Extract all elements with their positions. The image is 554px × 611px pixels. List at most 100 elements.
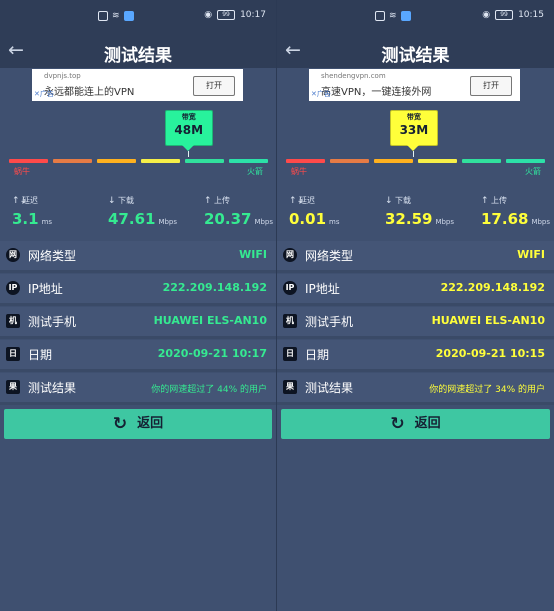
network-type-label: 网络类型 [28,249,77,263]
scale-segment [330,159,369,163]
bandwidth-label: 带宽 [406,113,421,121]
ad-tag: ✕广告 [34,89,54,99]
bandwidth-marker [412,151,414,157]
download-label: ↓ 下载 [108,196,134,206]
status-time: 10:17 [240,10,266,20]
status-bar: ≋ ◉ 99 10:17 [0,0,276,34]
title-bar: ← 测试结果 [0,34,276,68]
wifi-icon: ≋ [389,11,397,21]
latency-value: 0.01 ms [289,210,340,228]
upload-label: ↑ 上传 [481,196,507,206]
scale-segment [506,159,545,163]
date-row: 日 日期 2020-09-21 10:17 [0,340,276,372]
bandwidth-value: 48M [174,123,204,137]
return-button[interactable]: ↻ 返回 [281,409,550,439]
calendar-icon: 日 [6,347,20,361]
speed-scale [286,159,545,163]
return-button[interactable]: ↻ 返回 [4,409,272,439]
latency-unit: ms [41,218,53,226]
ip-address-label: IP地址 [28,282,63,296]
notification-icon [375,11,385,21]
ip-address-label: IP地址 [305,282,340,296]
network-type-row: 网 网络类型 WIFI [0,241,276,273]
speed-scale [9,159,268,163]
upload-icon: ↑ [204,196,212,206]
ad-tag: ✕广告 [311,89,331,99]
return-label: 返回 [137,416,164,431]
upload-unit: Mbps [254,218,274,226]
ip-icon: IP [6,281,20,295]
scale-right-label: 火箭 [525,167,541,176]
latency-label: ↑↓延迟 [12,196,38,206]
test-phone-label: 测试手机 [28,315,77,329]
scale-segment [141,159,180,163]
test-result-label: 测试结果 [305,381,354,395]
ip-icon: IP [283,281,297,295]
test-phone-row: 机 测试手机 HUAWEI ELS-AN10 [0,307,276,339]
date-label: 日期 [305,348,330,362]
globe-icon: 网 [283,248,297,262]
scale-segment [97,159,136,163]
refresh-icon: ↻ [112,414,128,434]
test-result-value: 你的网速超过了 34% 的用户 [429,385,545,395]
left-phone-screen: ≋ ◉ 99 10:17 ← 测试结果 dvpnjs.top 永远都能连上的VP… [0,0,276,611]
ad-open-button[interactable]: 打开 [193,76,235,96]
download-value: 32.59 Mbps [385,210,455,228]
ad-domain: shendengvpn.com [321,72,386,80]
result-icon: 果 [6,380,20,394]
status-icons: ≋ [375,11,411,21]
app-icon [400,11,411,21]
scale-segment [418,159,457,163]
status-time: 10:15 [518,10,544,20]
app-icon [123,11,134,21]
date-row: 日 日期 2020-09-21 10:15 [277,340,554,372]
refresh-icon: ↻ [390,414,405,434]
network-type-value: WIFI [239,248,267,261]
network-type-label: 网络类型 [305,249,354,263]
ad-open-button[interactable]: 打开 [470,76,512,96]
battery-indicator: 99 [495,10,514,20]
status-icons: ≋ [98,11,134,21]
bandwidth-label: 带宽 [181,113,196,121]
scale-segment [286,159,325,163]
upload-icon: ↑ [481,196,489,206]
eye-icon: ◉ [204,10,213,20]
test-phone-row: 机 测试手机 HUAWEI ELS-AN10 [277,307,554,339]
bandwidth-marker [187,151,189,157]
test-phone-value: HUAWEI ELS-AN10 [153,314,267,327]
ip-address-value: 222.209.148.192 [440,281,545,294]
title-bar: ← 测试结果 [277,34,554,68]
ad-banner[interactable]: dvpnjs.top 永远都能连上的VPN 打开 ✕广告 [32,69,243,101]
phone-icon: 机 [6,314,20,328]
scale-left-label: 蜗牛 [14,167,30,176]
test-result-label: 测试结果 [28,381,77,395]
latency-value: 3.1 ms [12,210,53,228]
network-type-value: WIFI [517,248,545,261]
upload-value: 17.68 Mbps [481,210,551,228]
latency-label: ↑↓延迟 [289,196,315,206]
result-icon: 果 [283,380,297,394]
download-label: ↓ 下载 [385,196,411,206]
download-icon: ↓ [108,196,116,206]
eye-icon: ◉ [482,10,491,20]
bandwidth-value: 33M [399,123,429,137]
status-right-group: ◉ 99 10:17 [204,10,266,20]
status-bar: ≋ ◉ 99 10:15 [277,0,554,34]
bandwidth-badge: 带宽 33M [389,110,438,146]
ad-text: 高速VPN，一键连接外网 [321,87,432,98]
right-phone-screen: ≋ ◉ 99 10:15 ← 测试结果 shendengvpn.com 高速VP… [277,0,554,611]
scale-segment [185,159,224,163]
globe-icon: 网 [6,248,20,262]
test-result-row: 果 测试结果 你的网速超过了 34% 的用户 [277,373,554,405]
phone-icon: 机 [283,314,297,328]
scale-segment [53,159,92,163]
ad-banner[interactable]: shendengvpn.com 高速VPN，一键连接外网 打开 ✕广告 [309,69,520,101]
bandwidth-badge: 带宽 48M [164,110,213,146]
status-right-group: ◉ 99 10:15 [482,10,544,20]
download-icon: ↓ [385,196,393,206]
latency-icon: ↑↓ [12,196,28,206]
notification-icon [98,11,108,21]
page-title: 测试结果 [104,46,172,66]
calendar-icon: 日 [283,347,297,361]
test-phone-value: HUAWEI ELS-AN10 [431,314,545,327]
